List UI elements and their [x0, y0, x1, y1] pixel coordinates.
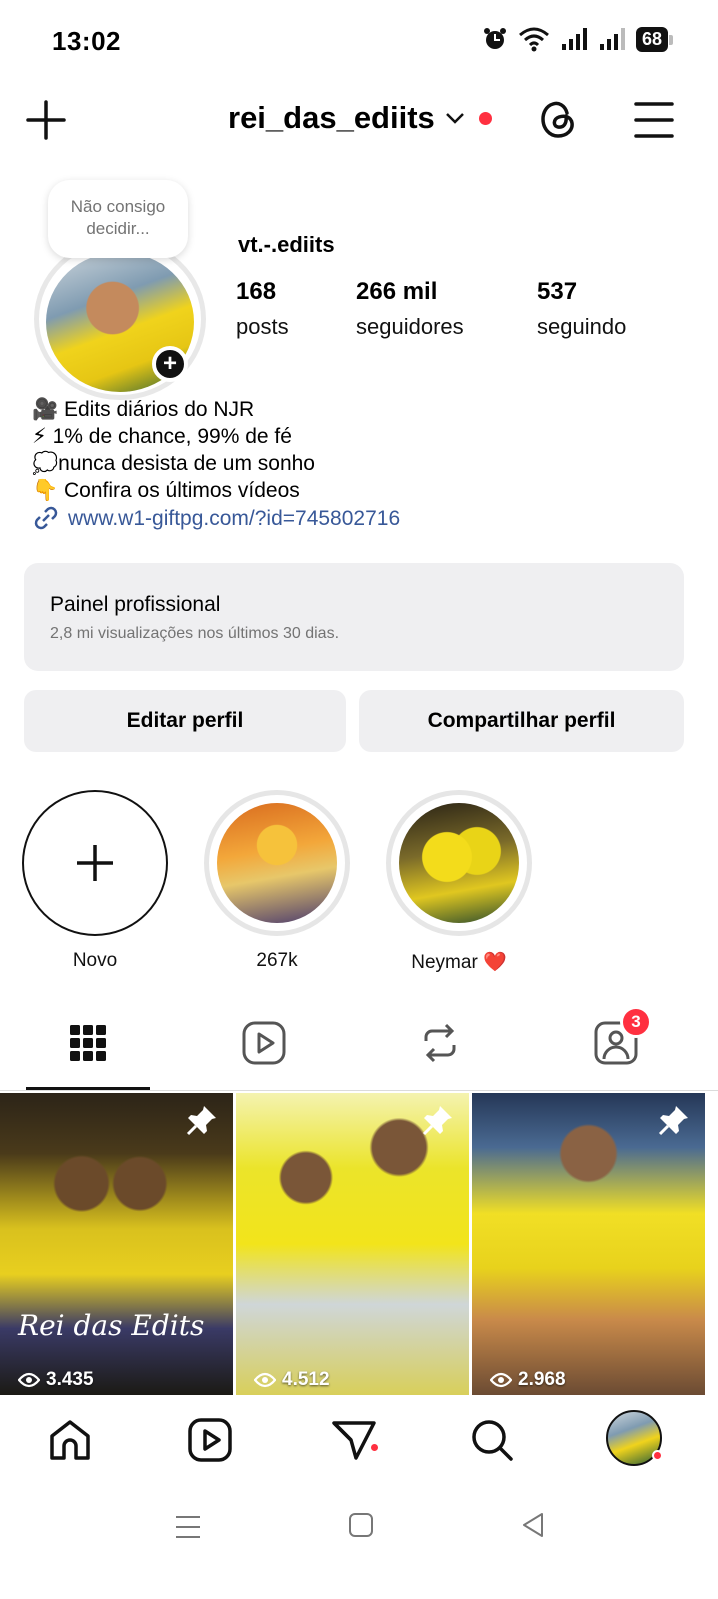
notification-dot [478, 111, 492, 125]
pin-icon [422, 1106, 452, 1136]
bio-line: 💭nunca desista de um sonho [32, 452, 315, 475]
grid-post[interactable]: 4.512 [236, 1093, 469, 1395]
bio-link-text: www.w1-giftpg.com/?id=745802716 [68, 506, 401, 530]
profile-notification-dot [652, 1450, 663, 1461]
post-view-count: 4.512 [282, 1369, 330, 1390]
highlight-image [217, 803, 337, 923]
system-nav-bar [0, 1500, 718, 1560]
edit-profile-button[interactable]: Editar perfil [24, 690, 346, 752]
post-view-count: 2.968 [518, 1369, 566, 1390]
chevron-down-icon [445, 113, 464, 124]
following-count: 537 [537, 278, 578, 305]
post-views: 2.968 [490, 1369, 566, 1391]
post-view-count: 3.435 [46, 1369, 94, 1390]
following-label: seguindo [537, 314, 627, 339]
bio-line: 👇 Confira os últimos vídeos [32, 479, 300, 502]
post-thumbnail [236, 1093, 469, 1395]
wifi-icon [518, 27, 549, 52]
professional-dashboard[interactable]: Painel profissional 2,8 mi visualizações… [24, 563, 684, 671]
dashboard-title: Painel profissional [50, 593, 221, 616]
reels-icon [242, 1021, 286, 1065]
posts-stat[interactable]: 168 posts [236, 278, 289, 340]
nav-reels[interactable] [186, 1416, 234, 1464]
status-bar: 13:02 68 [0, 0, 718, 80]
dashboard-subtitle: 2,8 mi visualizações nos últimos 30 dias… [50, 625, 340, 642]
following-stat[interactable]: 537 seguindo [537, 278, 626, 340]
posts-count: 168 [236, 278, 277, 305]
post-views: 4.512 [254, 1369, 330, 1391]
highlight-label: 267k [256, 950, 298, 971]
highlight-neymar[interactable]: Neymar ❤️ [384, 790, 534, 974]
tab-reposts[interactable] [410, 1013, 470, 1073]
signal-icon-2 [599, 28, 625, 50]
pin-icon [186, 1106, 216, 1136]
battery-indicator: 68 [635, 26, 674, 52]
highlight-image [399, 803, 519, 923]
back-triangle-icon[interactable] [520, 1512, 546, 1538]
grid-icon [70, 1025, 106, 1061]
menu-icon[interactable] [632, 98, 676, 142]
post-thumbnail [472, 1093, 705, 1395]
post-views: 3.435 [18, 1369, 94, 1391]
bio-line: ⚡ 1% de chance, 99% de fé [32, 425, 292, 448]
profile-tabs [0, 1005, 718, 1091]
new-highlight-circle [22, 790, 168, 936]
direct-notification-dot [369, 1442, 380, 1453]
tab-reels[interactable] [234, 1013, 294, 1073]
nav-direct[interactable] [330, 1416, 378, 1464]
plus-icon [77, 845, 113, 881]
posts-label: posts [236, 314, 289, 339]
nav-search[interactable] [468, 1416, 516, 1464]
highlight-label: Novo [72, 950, 118, 971]
note-bubble[interactable]: Não consigo decidir... [48, 180, 188, 258]
highlight-cover [204, 790, 350, 936]
followers-count: 266 mil [356, 278, 438, 305]
post-thumbnail [0, 1093, 233, 1395]
post-caption: Rei das Edits [18, 1309, 205, 1342]
repost-icon [424, 1023, 456, 1063]
create-plus-icon[interactable] [24, 98, 68, 142]
highlight-new[interactable]: Novo [20, 790, 170, 972]
views-icon [18, 1372, 40, 1388]
status-time: 13:02 [52, 26, 121, 56]
views-icon [254, 1372, 276, 1388]
grid-post[interactable]: 2.968 [472, 1093, 705, 1395]
grid-post[interactable]: Rei das Edits 3.435 [0, 1093, 233, 1395]
search-icon [472, 1420, 513, 1461]
nav-home[interactable] [46, 1416, 94, 1464]
reels-icon [188, 1418, 232, 1462]
home-icon [50, 1420, 90, 1460]
bio-link[interactable]: www.w1-giftpg.com/?id=745802716 [32, 504, 400, 532]
threads-icon[interactable] [536, 96, 580, 142]
highlight-cover [386, 790, 532, 936]
alarm-icon [483, 28, 506, 49]
share-profile-button[interactable]: Compartilhar perfil [359, 690, 684, 752]
status-icons: 68 [482, 26, 674, 52]
bio-line: 🎥 Edits diários do NJR [32, 398, 255, 421]
followers-label: seguidores [356, 314, 464, 339]
link-icon [34, 506, 58, 530]
bio: 🎥 Edits diários do NJR ⚡ 1% de chance, 9… [32, 396, 400, 532]
bottom-nav [0, 1398, 718, 1482]
tab-grid[interactable] [58, 1013, 118, 1073]
active-tab-indicator [26, 1087, 150, 1090]
profile-header: rei_das_ediits [0, 90, 718, 150]
display-name: vt.-.ediits [238, 232, 335, 257]
home-square-icon[interactable] [348, 1512, 374, 1538]
account-switcher[interactable]: rei_das_ediits [228, 100, 492, 136]
username: rei_das_ediits [228, 100, 435, 135]
signal-icon [561, 28, 587, 50]
followers-stat[interactable]: 266 mil seguidores [356, 278, 464, 340]
tagged-badge: 3 [620, 1006, 652, 1038]
recent-apps-icon[interactable] [174, 1514, 202, 1540]
highlight-267k[interactable]: 267k [202, 790, 352, 972]
add-story-button[interactable]: + [152, 346, 188, 382]
pin-icon [658, 1106, 688, 1136]
views-icon [490, 1372, 512, 1388]
direct-message-icon [332, 1421, 376, 1460]
highlight-label: Neymar ❤️ [411, 952, 507, 973]
